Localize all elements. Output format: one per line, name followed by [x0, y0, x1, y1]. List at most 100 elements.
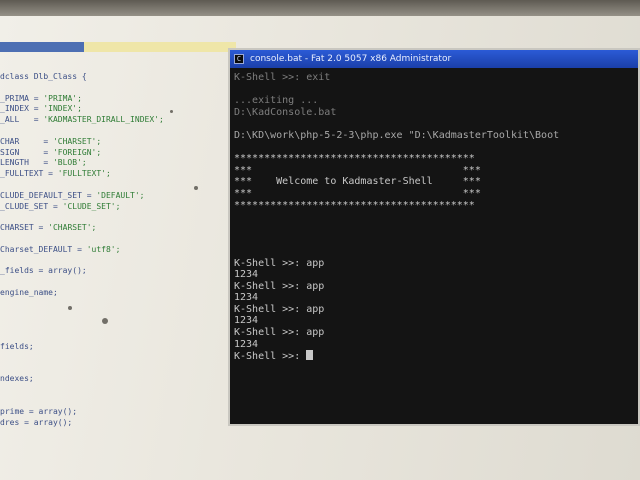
- screen-speck: [194, 186, 198, 190]
- code-line: prime = array();: [0, 407, 164, 418]
- console-line: *** ***: [234, 187, 481, 199]
- code-text: CLUDE_DEFAULT_SET =: [0, 190, 97, 200]
- console-line: K-Shell >>: app: [234, 257, 325, 269]
- code-string: 'utf8';: [86, 244, 121, 254]
- code-text: SIGN =: [0, 147, 53, 157]
- code-text: _CLUDE_SET =: [0, 201, 63, 211]
- console-line: 1234: [234, 338, 259, 350]
- code-text: engine_name;: [0, 287, 58, 297]
- code-string: 'CLUDE_SET';: [62, 201, 121, 211]
- code-string: 'BLOB';: [52, 158, 87, 168]
- screen-speck: [68, 306, 72, 310]
- code-text: ndexes;: [0, 374, 34, 384]
- console-app-icon: C: [234, 54, 244, 64]
- console-prompt-line[interactable]: K-Shell >>:: [234, 350, 634, 362]
- code-line: _CLUDE_SET = 'CLUDE_SET';: [0, 202, 164, 213]
- console-line: D:\KadConsole.bat: [234, 106, 337, 118]
- code-line: _INDEX = 'INDEX';: [0, 104, 164, 115]
- code-text: CHARSET =: [0, 223, 49, 233]
- code-text: dclass Dlb_Class {: [0, 72, 87, 81]
- code-line: ndexes;: [0, 374, 164, 385]
- code-line: dres = array();: [0, 418, 164, 429]
- console-title-bar[interactable]: C console.bat - Fat 2.0 5057 x86 Adminis…: [230, 50, 638, 68]
- console-line: K-Shell >>: app: [234, 327, 325, 339]
- console-output[interactable]: K-Shell >>: exit ...exiting ... D:\KadCons…: [234, 72, 634, 420]
- console-line: K-Shell >>: exit: [234, 72, 331, 83]
- console-line: *** Welcome to Kadmaster-Shell ***: [234, 176, 481, 188]
- code-line: SIGN = 'FOREIGN';: [0, 148, 164, 159]
- code-line: _FULLTEXT = 'FULLTEXT';: [0, 169, 164, 180]
- code-text: dres = array();: [0, 417, 73, 427]
- editor-tab[interactable]: [0, 42, 84, 52]
- code-text: Charset_DEFAULT =: [0, 244, 87, 254]
- screen-speck: [102, 318, 108, 324]
- console-line: ****************************************: [234, 199, 475, 211]
- code-line: Charset_DEFAULT = 'utf8';: [0, 245, 164, 256]
- code-line: _fields = array();: [0, 266, 164, 277]
- code-text: _INDEX =: [0, 104, 44, 114]
- console-line: 1234: [234, 292, 259, 304]
- console-title: console.bat - Fat 2.0 5057 x86 Administr…: [250, 54, 452, 64]
- code-string: 'INDEX';: [43, 104, 82, 114]
- console-line: K-Shell >>: app: [234, 303, 325, 315]
- code-line: _PRIMA = 'PRIMA';: [0, 94, 164, 105]
- code-line: CHARSET = 'CHARSET';: [0, 223, 164, 234]
- console-line: *** ***: [234, 164, 481, 176]
- console-line: D:\KD\work\php-5-2-3\php.exe "D:\Kadmast…: [234, 129, 560, 141]
- code-line: CHAR = 'CHARSET';: [0, 137, 164, 148]
- screen-speck: [170, 110, 173, 113]
- text-cursor: [306, 350, 314, 361]
- code-string: 'KADMASTER_DIRALL_INDEX';: [43, 115, 164, 125]
- console-line: 1234: [234, 269, 259, 281]
- code-lines: dclass Dlb_Class { _PRIMA = 'PRIMA'; _INDE…: [0, 72, 164, 428]
- console-lines: K-Shell >>: exit ...exiting ... D:\KadCons…: [234, 72, 634, 350]
- code-text: _fields = array();: [0, 266, 87, 276]
- console-line: ****************************************: [234, 153, 475, 165]
- code-editor[interactable]: dclass Dlb_Class { _PRIMA = 'PRIMA'; _INDE…: [0, 38, 236, 478]
- console-line: ...exiting ...: [234, 95, 319, 107]
- code-line: engine_name;: [0, 288, 164, 299]
- code-string: 'DEFAULT';: [96, 190, 145, 200]
- console-line: K-Shell >>: app: [234, 280, 325, 292]
- code-text: LENGTH =: [0, 158, 53, 168]
- code-text: CHAR =: [0, 136, 53, 146]
- console-line: 1234: [234, 315, 259, 327]
- code-string: 'FULLTEXT';: [57, 169, 111, 179]
- code-text: _PRIMA =: [0, 93, 44, 103]
- code-text: prime = array();: [0, 406, 78, 416]
- code-line: dclass Dlb_Class {: [0, 72, 164, 83]
- code-line: _ALL = 'KADMASTER_DIRALL_INDEX';: [0, 115, 164, 126]
- console-prompt: K-Shell >>:: [234, 351, 307, 363]
- code-text: _ALL =: [0, 115, 44, 125]
- code-line: fields;: [0, 342, 164, 353]
- console-window[interactable]: C console.bat - Fat 2.0 5057 x86 Adminis…: [228, 48, 640, 426]
- code-text: fields;: [0, 341, 34, 351]
- code-line: LENGTH = 'BLOB';: [0, 158, 164, 169]
- code-string: 'CHARSET';: [48, 223, 97, 233]
- code-line: CLUDE_DEFAULT_SET = 'DEFAULT';: [0, 191, 164, 202]
- code-string: 'CHARSET';: [52, 136, 102, 146]
- code-text: _FULLTEXT =: [0, 169, 58, 179]
- code-string: 'FOREIGN';: [52, 147, 102, 157]
